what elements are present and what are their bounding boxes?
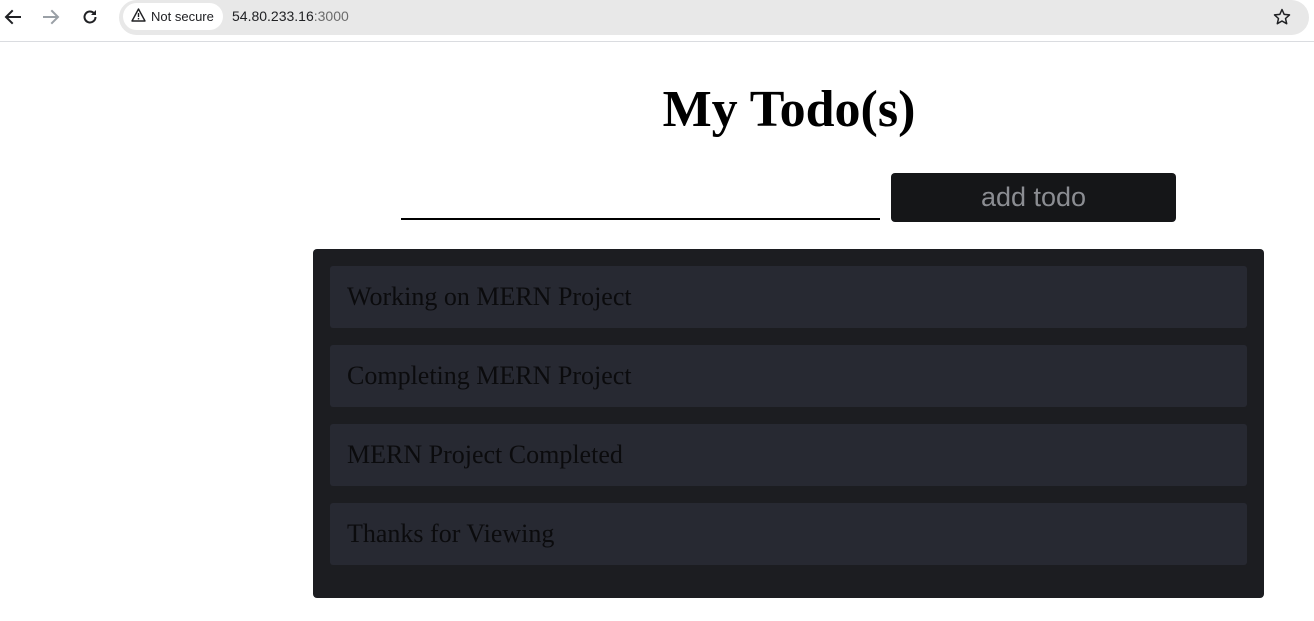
page-title: My Todo(s): [662, 81, 916, 138]
todo-input[interactable]: [401, 176, 880, 220]
security-chip[interactable]: Not secure: [123, 3, 223, 30]
browser-toolbar: Not secure 54.80.233.16:3000: [0, 0, 1314, 42]
forward-arrow-icon[interactable]: [40, 6, 62, 28]
todo-list-panel: Working on MERN Project Completing MERN …: [313, 249, 1264, 598]
bookmark-star-icon[interactable]: [1271, 6, 1293, 28]
todo-item[interactable]: Thanks for Viewing: [330, 503, 1247, 565]
warning-triangle-icon: [131, 8, 146, 25]
todo-item[interactable]: MERN Project Completed: [330, 424, 1247, 486]
address-bar[interactable]: Not secure 54.80.233.16:3000: [119, 0, 1309, 35]
security-label: Not secure: [151, 9, 214, 24]
todo-item[interactable]: Completing MERN Project: [330, 345, 1247, 407]
reload-icon[interactable]: [79, 6, 101, 28]
url-host: 54.80.233.16: [232, 8, 314, 24]
add-todo-button[interactable]: add todo: [891, 173, 1176, 222]
todo-item[interactable]: Working on MERN Project: [330, 266, 1247, 328]
url-port: :3000: [313, 8, 349, 24]
url-text[interactable]: 54.80.233.16:3000: [232, 8, 349, 24]
back-arrow-icon[interactable]: [2, 6, 24, 28]
